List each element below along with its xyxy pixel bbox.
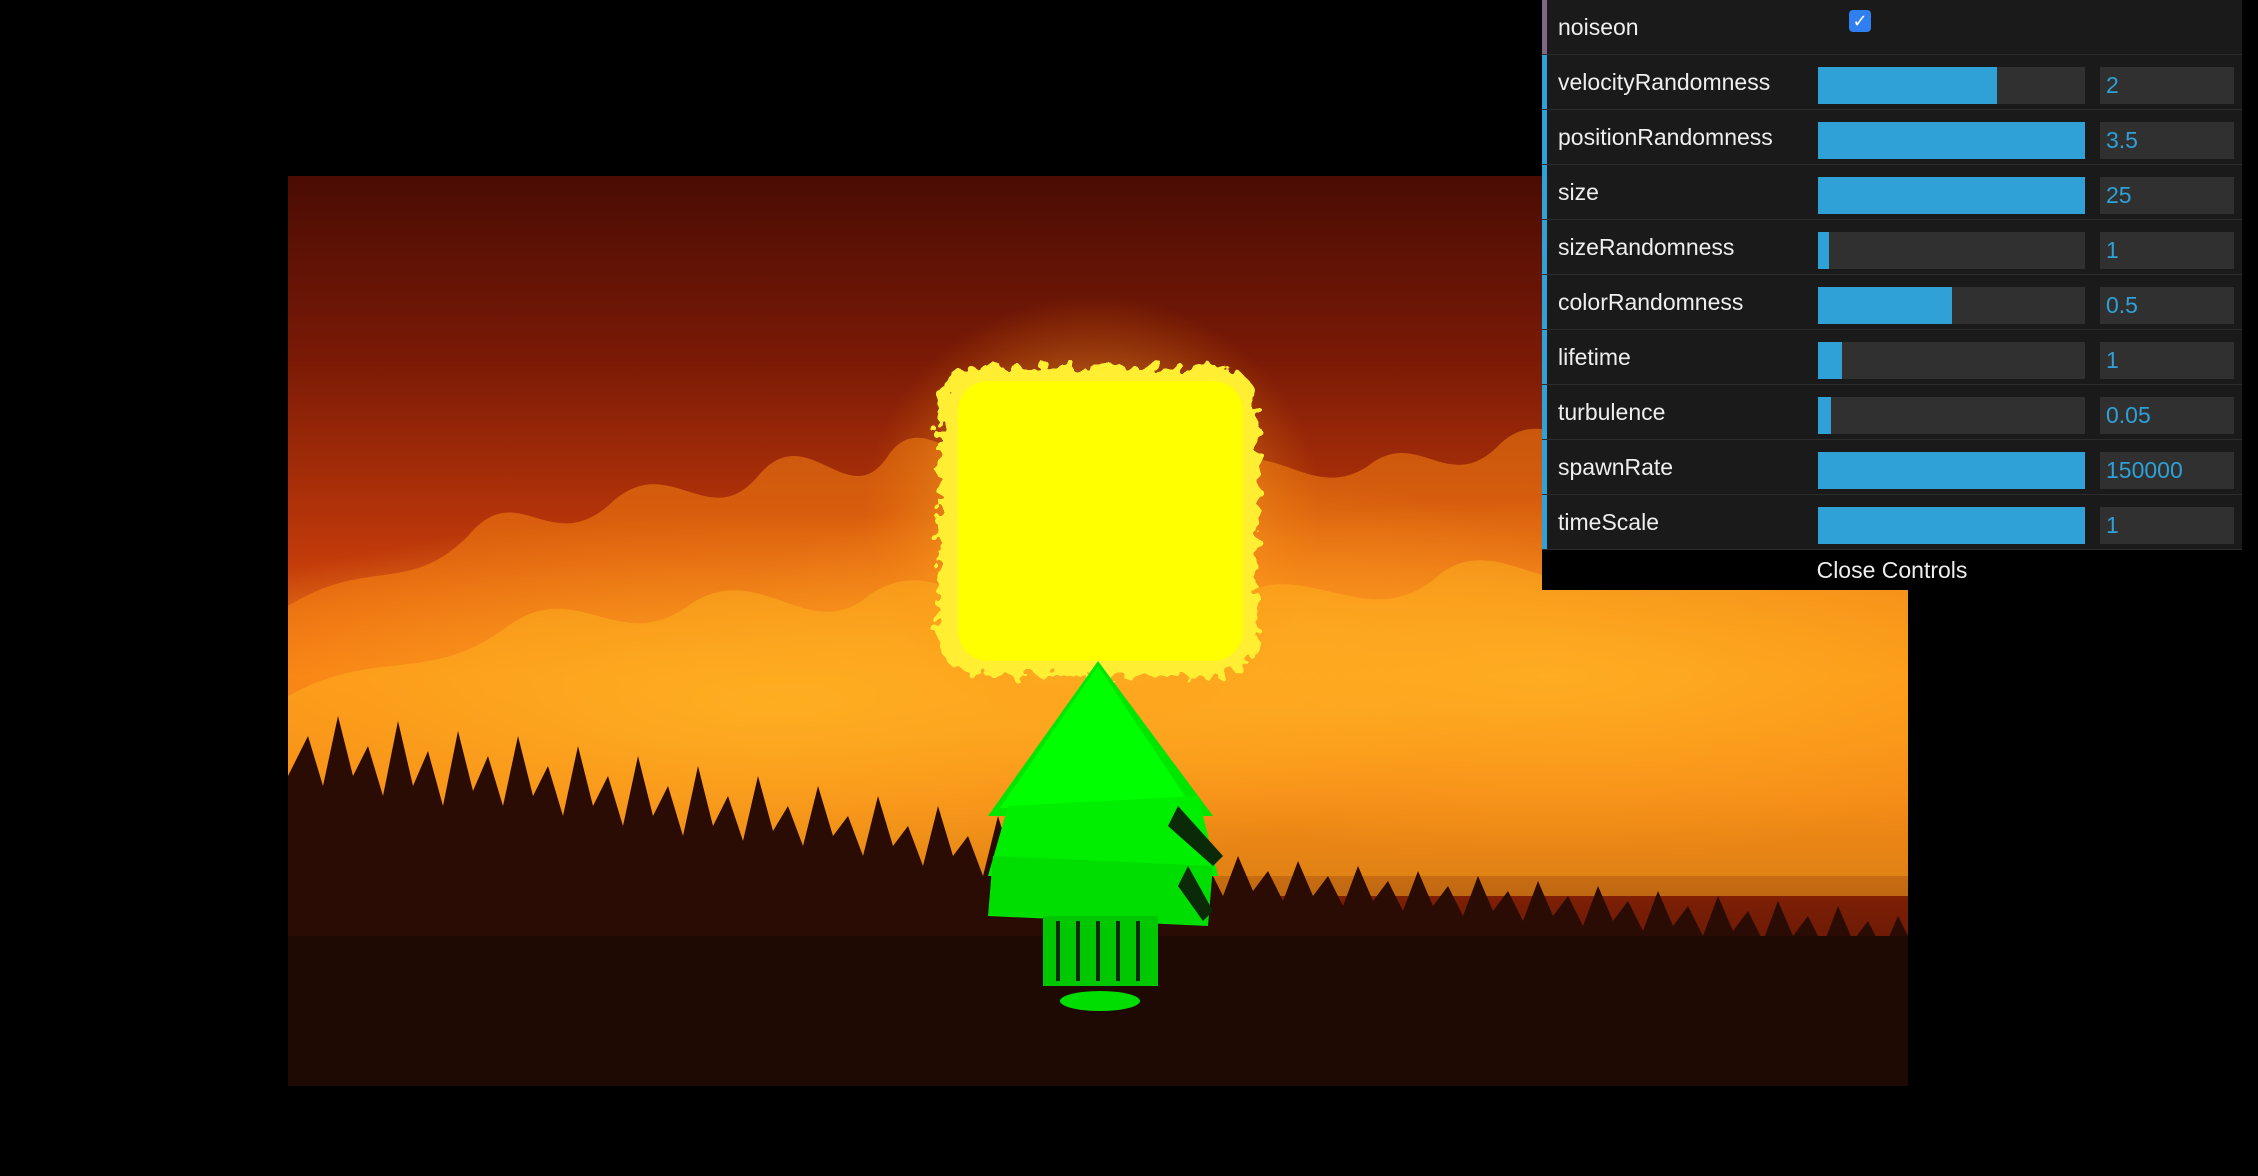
turbulence-row: turbulence 0.05: [1542, 385, 2242, 440]
timeScale-slider[interactable]: [1818, 507, 2085, 544]
velocityRandomness-slider[interactable]: [1818, 67, 2085, 104]
size-number-input[interactable]: 25: [2100, 177, 2234, 214]
noiseon-row[interactable]: noiseon ✓: [1542, 0, 2242, 55]
colorRandomness-number-input[interactable]: 0.5: [2100, 287, 2234, 324]
noiseon-label: noiseon: [1558, 14, 1639, 40]
lifetime-slider-fill: [1818, 342, 1843, 379]
positionRandomness-slider-fill: [1818, 122, 2085, 159]
lifetime-label: lifetime: [1558, 344, 1631, 370]
sizeRandomness-label: sizeRandomness: [1558, 234, 1735, 260]
spawnRate-label: spawnRate: [1558, 454, 1674, 480]
size-slider[interactable]: [1818, 177, 2085, 214]
row-stripe: [1542, 55, 1547, 109]
positionRandomness-number-input[interactable]: 3.5: [2100, 122, 2234, 159]
turbulence-number-input[interactable]: 0.05: [2100, 397, 2234, 434]
timeScale-row: timeScale 1: [1542, 495, 2242, 550]
row-stripe: [1542, 495, 1547, 549]
turbulence-slider[interactable]: [1818, 397, 2085, 434]
row-stripe: [1542, 0, 1547, 54]
lifetime-row: lifetime 1: [1542, 330, 2242, 385]
row-stripe: [1542, 220, 1547, 274]
sizeRandomness-slider-fill: [1818, 232, 1829, 269]
lifetime-slider[interactable]: [1818, 342, 2085, 379]
row-stripe: [1542, 385, 1547, 439]
timeScale-slider-fill: [1818, 507, 2085, 544]
controls-panel: noiseon ✓ velocityRandomness 2 positionRan…: [1542, 0, 2242, 590]
lifetime-number-input[interactable]: 1: [2100, 342, 2234, 379]
row-stripe: [1542, 330, 1547, 384]
timeScale-label: timeScale: [1558, 509, 1659, 535]
turbulence-slider-fill: [1818, 397, 1832, 434]
spawnRate-slider[interactable]: [1818, 452, 2085, 489]
spawnRate-slider-fill: [1818, 452, 2085, 489]
velocityRandomness-slider-fill: [1818, 67, 1997, 104]
sizeRandomness-slider[interactable]: [1818, 232, 2085, 269]
size-slider-fill: [1818, 177, 2085, 214]
spawnRate-number-input[interactable]: 150000: [2100, 452, 2234, 489]
noiseon-checkbox[interactable]: ✓: [1849, 10, 1871, 32]
velocityRandomness-row: velocityRandomness 2: [1542, 55, 2242, 110]
spawnRate-row: spawnRate 150000: [1542, 440, 2242, 495]
row-stripe: [1542, 110, 1547, 164]
colorRandomness-row: colorRandomness 0.5: [1542, 275, 2242, 330]
webgl-canvas[interactable]: noiseon ✓ velocityRandomness 2 positionRan…: [0, 0, 2258, 1176]
positionRandomness-row: positionRandomness 3.5: [1542, 110, 2242, 165]
velocityRandomness-label: velocityRandomness: [1558, 69, 1771, 95]
sizeRandomness-number-input[interactable]: 1: [2100, 232, 2234, 269]
close-controls-button[interactable]: Close Controls: [1542, 550, 2242, 590]
colorRandomness-slider-fill: [1818, 287, 1952, 324]
positionRandomness-slider[interactable]: [1818, 122, 2085, 159]
row-stripe: [1542, 165, 1547, 219]
velocityRandomness-number-input[interactable]: 2: [2100, 67, 2234, 104]
row-stripe: [1542, 275, 1547, 329]
colorRandomness-label: colorRandomness: [1558, 289, 1744, 315]
timeScale-number-input[interactable]: 1: [2100, 507, 2234, 544]
turbulence-label: turbulence: [1558, 399, 1666, 425]
size-label: size: [1558, 179, 1599, 205]
colorRandomness-slider[interactable]: [1818, 287, 2085, 324]
size-row: size 25: [1542, 165, 2242, 220]
positionRandomness-label: positionRandomness: [1558, 124, 1773, 150]
sizeRandomness-row: sizeRandomness 1: [1542, 220, 2242, 275]
row-stripe: [1542, 440, 1547, 494]
